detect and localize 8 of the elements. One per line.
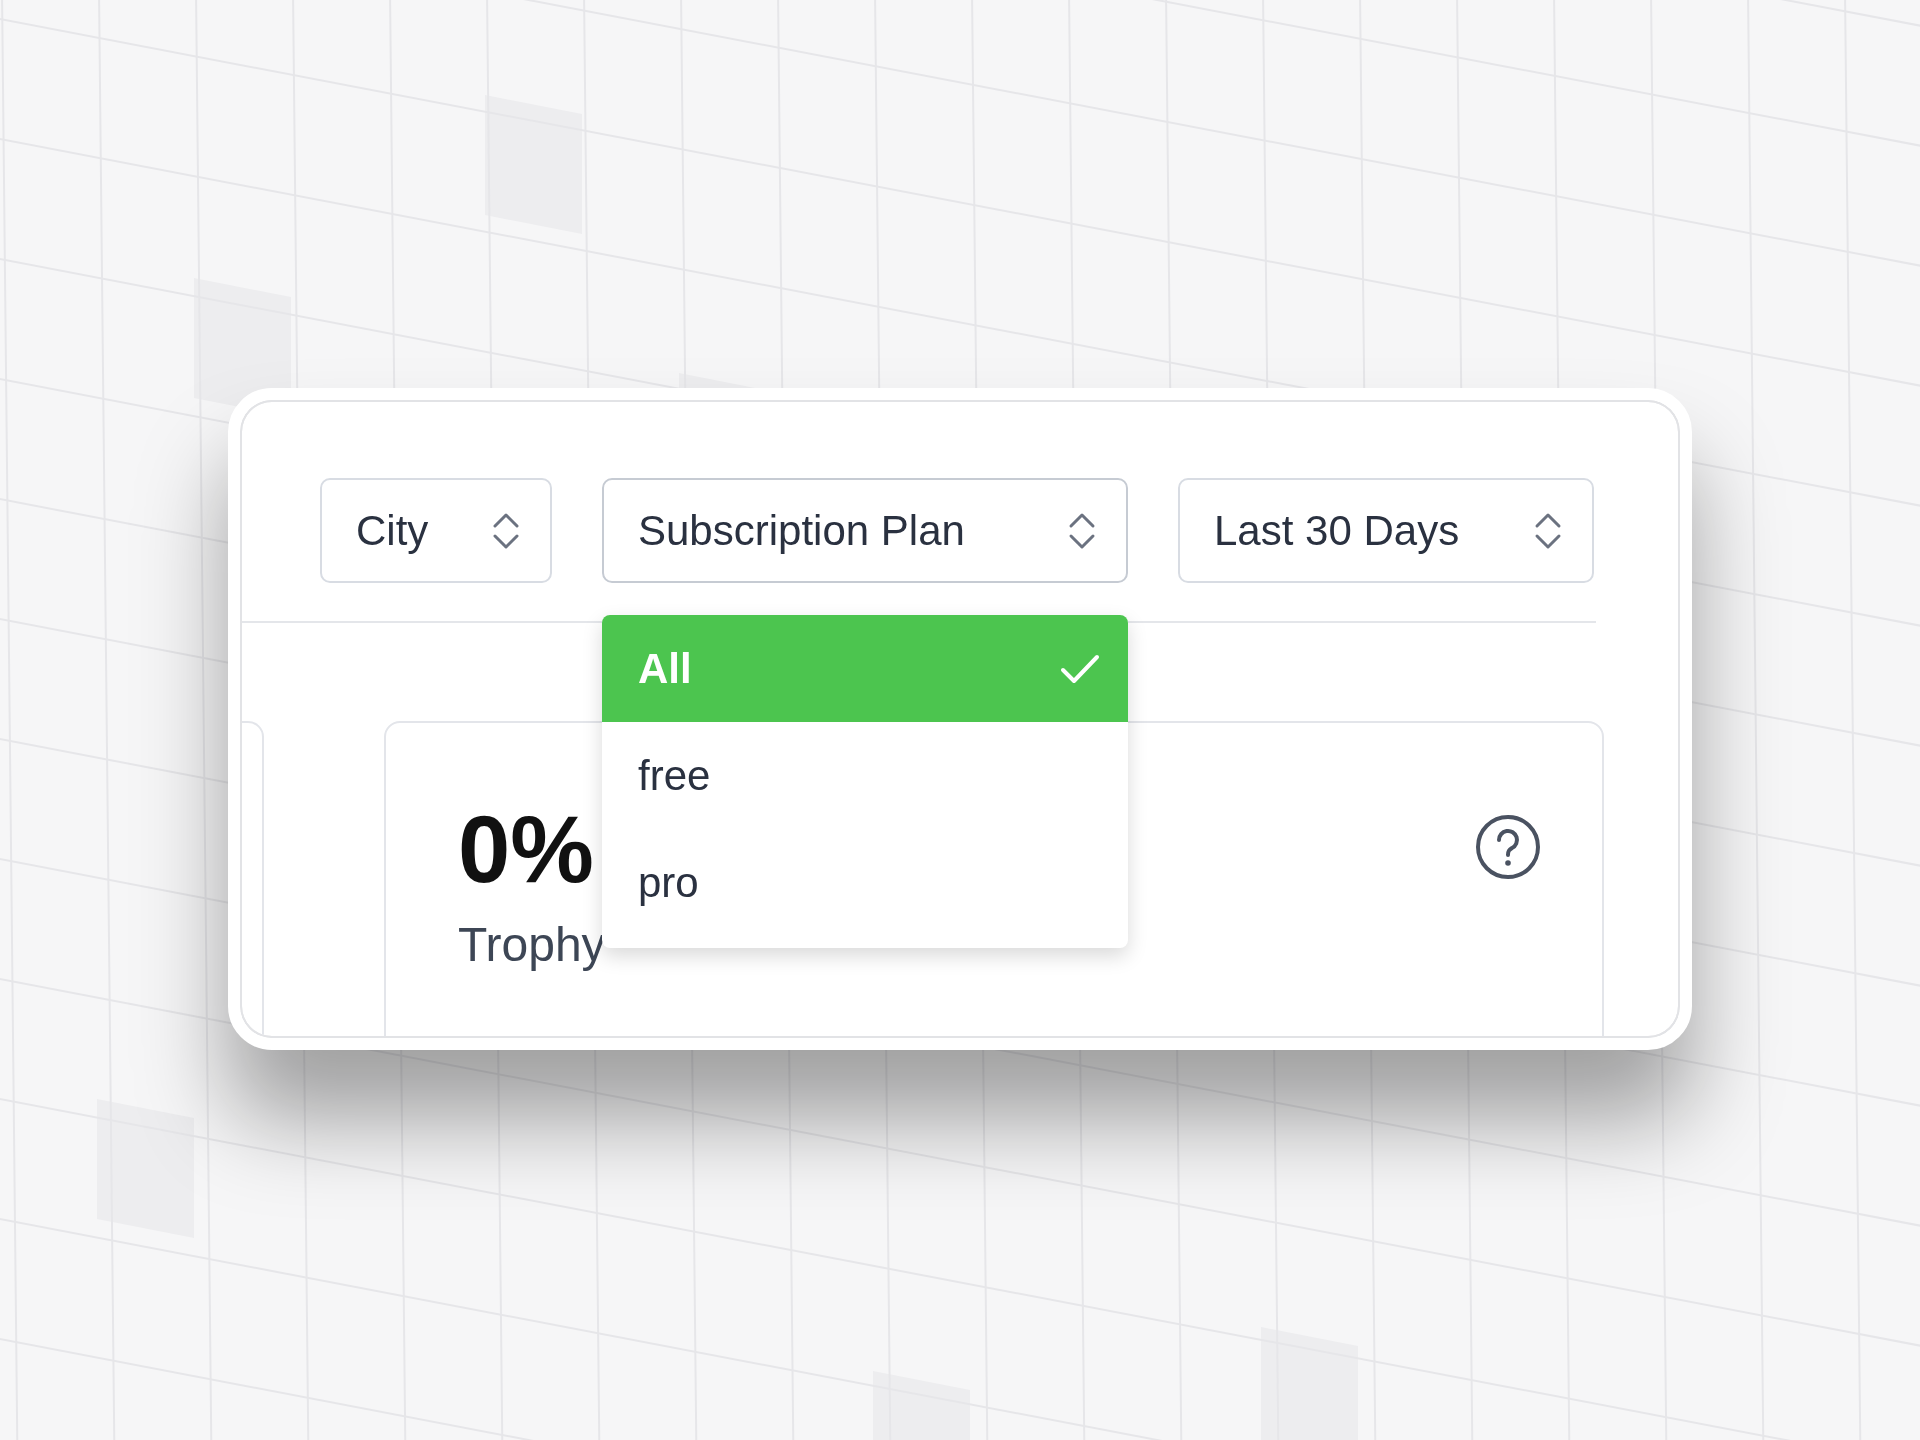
check-icon (1060, 653, 1100, 684)
help-icon[interactable] (1474, 813, 1542, 881)
dropdown-select[interactable]: Last 30 Days (1178, 478, 1594, 583)
dropdown-select[interactable]: City (320, 478, 552, 583)
stat-value: 0% (458, 803, 594, 897)
dropdown-option[interactable]: pro (602, 829, 1128, 936)
dropdown-option[interactable]: free (602, 722, 1128, 829)
dropdown-select[interactable]: Subscription Plan (602, 478, 1128, 583)
